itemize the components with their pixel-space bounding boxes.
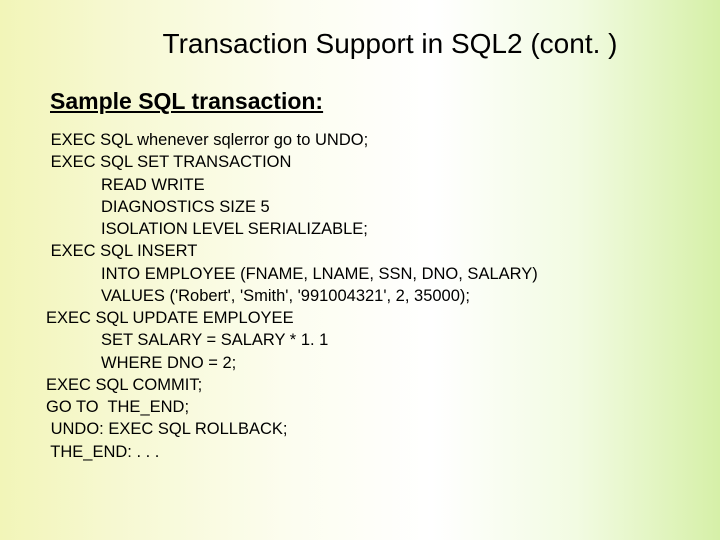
code-block: EXEC SQL whenever sqlerror go to UNDO; E… [46, 129, 680, 463]
slide-title: Transaction Support in SQL2 (cont. ) [100, 28, 680, 60]
slide: Transaction Support in SQL2 (cont. ) Sam… [0, 0, 720, 463]
slide-subtitle: Sample SQL transaction: [50, 88, 680, 115]
